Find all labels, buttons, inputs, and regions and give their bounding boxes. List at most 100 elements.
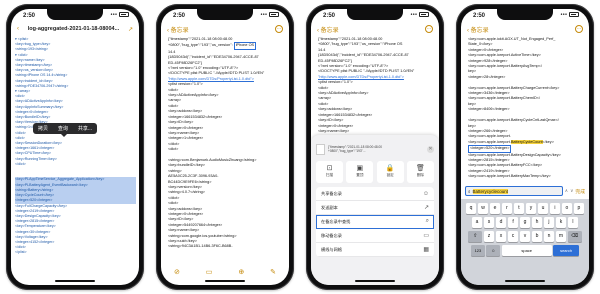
key-y[interactable]: y	[525, 203, 537, 214]
text-line: +0800","bug_type":"193","os_version": iP…	[168, 42, 284, 50]
key-s[interactable]: s	[483, 217, 495, 228]
row-label: 共享备忘录	[321, 190, 342, 196]
home-indicator[interactable]	[205, 280, 245, 282]
key-n[interactable]: n	[543, 231, 555, 242]
notch	[47, 9, 103, 20]
more-icon[interactable]: ···	[425, 25, 433, 33]
key-r[interactable]: r	[501, 203, 513, 214]
key-x[interactable]: x	[495, 231, 507, 242]
battery-icon	[419, 12, 429, 18]
delete-button[interactable]: 🗑 删除	[406, 161, 434, 183]
action-label: 置顶	[356, 173, 364, 177]
done-button[interactable]: 完成	[575, 188, 585, 195]
row-label: 发送副本	[321, 204, 338, 210]
shift-key[interactable]: ⇧	[468, 231, 483, 242]
nav-bar: ‹ 备忘录 ···	[161, 22, 289, 36]
delete-key[interactable]: ⌫	[567, 231, 582, 242]
markup-icon[interactable]: ⊕	[238, 268, 244, 276]
pin-button[interactable]: ▣ 置顶	[346, 161, 374, 183]
key-m[interactable]: m	[555, 231, 567, 242]
share-icon: ↗	[423, 205, 429, 211]
keyboard: qwertyuiop asdfghjkl ⇧ z x c v b n m ⌫ 123 ☺ spa…	[461, 199, 589, 285]
scan-button[interactable]: ⊡ 扫描	[316, 161, 343, 183]
home-indicator[interactable]	[355, 280, 395, 282]
keyboard-row: asdfghjkl	[463, 217, 587, 228]
match-prefix: <key>com.apple.ioreport.	[468, 139, 511, 144]
note-body[interactable]: {"timestamp":"2021-01-18 08:00:48.00 +080…	[168, 37, 284, 267]
key-e[interactable]: e	[489, 203, 501, 214]
back-button[interactable]: ‹ 备忘录	[467, 25, 489, 34]
row-label: 横线与网格	[321, 246, 342, 252]
find-in-note-row[interactable]: 在备忘录中查找 ⌕	[316, 215, 434, 229]
share-icon[interactable]: ↗	[128, 26, 133, 33]
more-icon[interactable]: ···	[275, 25, 283, 33]
key-v[interactable]: v	[519, 231, 531, 242]
key-g[interactable]: g	[519, 217, 531, 228]
keyboard-row: ⇧ z x c v b n m ⌫	[463, 231, 587, 242]
chevron-up-icon[interactable]: ∧	[565, 188, 568, 194]
send-copy-row[interactable]: 发送副本 ↗	[316, 201, 434, 215]
emoji-key[interactable]: ☺	[486, 245, 501, 256]
lock-button[interactable]: 🔒 锁定	[376, 161, 404, 183]
phone-2-screen: 2:50 ••• ‹ 备忘录 ··· {"timestamp":"2021-01…	[161, 9, 289, 285]
key-u[interactable]: u	[537, 203, 549, 214]
lines-grids-row[interactable]: 横线与网格 ▦	[316, 243, 434, 257]
notch	[347, 9, 403, 20]
checklist-icon[interactable]: ⊘	[174, 268, 180, 276]
key-a[interactable]: a	[471, 217, 483, 228]
search-icon: ⌕	[425, 218, 429, 224]
key-h[interactable]: h	[531, 217, 543, 228]
file-title: log-aggregated-2021-01-18-08004...	[27, 26, 120, 32]
back-button[interactable]: ‹ 备忘录	[167, 25, 189, 34]
menu-item-share[interactable]: 共享...	[78, 125, 92, 132]
xml-tree[interactable]: ▾ <plist> <key>bug_type</key> <string>19…	[15, 37, 136, 277]
key-q[interactable]: q	[465, 203, 477, 214]
key-i[interactable]: i	[549, 203, 561, 214]
match-suffix: </key>	[542, 139, 554, 144]
compose-icon[interactable]: ✎	[270, 268, 276, 276]
search-key[interactable]: search	[553, 245, 580, 256]
key-p[interactable]: p	[573, 203, 585, 214]
find-input[interactable]: ⌕ Batterycyclecount	[465, 186, 563, 196]
space-key[interactable]: space	[501, 245, 552, 256]
trash-icon: 🗑	[416, 165, 425, 172]
key-z[interactable]: z	[483, 231, 495, 242]
phone-4-screen: 2:50 ••• ‹ 备忘录 ··· <key>com.apple.iokit.…	[461, 9, 589, 285]
key-o[interactable]: o	[561, 203, 573, 214]
menu-item-lookup[interactable]: 查询	[58, 125, 68, 132]
context-menu: 拷贝 查询 共享...	[33, 123, 97, 137]
key-l[interactable]: l	[567, 217, 579, 228]
share-sheet: {"timestamp":"2021-01-18 08:00:48.00 +08…	[311, 135, 439, 285]
battery-icon	[119, 12, 129, 18]
share-note-row[interactable]: 共享备忘录 ☺	[316, 187, 434, 201]
back-button[interactable]: ‹	[17, 26, 19, 32]
menu-item-copy[interactable]: 拷贝	[38, 125, 48, 132]
more-icon[interactable]: ···	[575, 25, 583, 33]
close-icon[interactable]: ✕	[427, 145, 434, 153]
move-note-row[interactable]: 移动备忘录 ▭	[316, 229, 434, 243]
key-t[interactable]: t	[513, 203, 525, 214]
numbers-key[interactable]: 123	[470, 245, 485, 256]
highlight-box: iPhone OS	[233, 42, 257, 50]
note-body[interactable]: <key>com.apple.iokit.AGX.UT_Not_Engaged_…	[468, 37, 584, 183]
chevron-down-icon[interactable]: ∨	[570, 188, 573, 194]
phone-1-screen: 2:50 ••• ‹ log-aggregated-2021-01-18-080…	[11, 9, 139, 285]
key-d[interactable]: d	[495, 217, 507, 228]
signal-icon: •••	[410, 12, 418, 19]
key-c[interactable]: c	[507, 231, 519, 242]
status-icons: •••	[561, 12, 579, 19]
key-b[interactable]: b	[531, 231, 543, 242]
key-w[interactable]: w	[477, 203, 489, 214]
action-label: 扫描	[325, 173, 334, 177]
key-k[interactable]: k	[555, 217, 567, 228]
home-indicator[interactable]	[505, 280, 545, 282]
home-indicator[interactable]	[55, 280, 95, 282]
key-j[interactable]: j	[543, 217, 555, 228]
back-button[interactable]: ‹ 备忘录	[317, 25, 339, 34]
key-f[interactable]: f	[507, 217, 519, 228]
camera-icon[interactable]: ▭	[206, 268, 213, 276]
text-line: <string>94C3A1B1-14B6-3F6C-B68B-	[168, 244, 233, 249]
note-body[interactable]: {"timestamp":"2021-01-18 08:00:48.00 +080…	[318, 37, 434, 137]
battery-icon	[569, 12, 579, 18]
text-line: </plist>	[15, 250, 27, 255]
